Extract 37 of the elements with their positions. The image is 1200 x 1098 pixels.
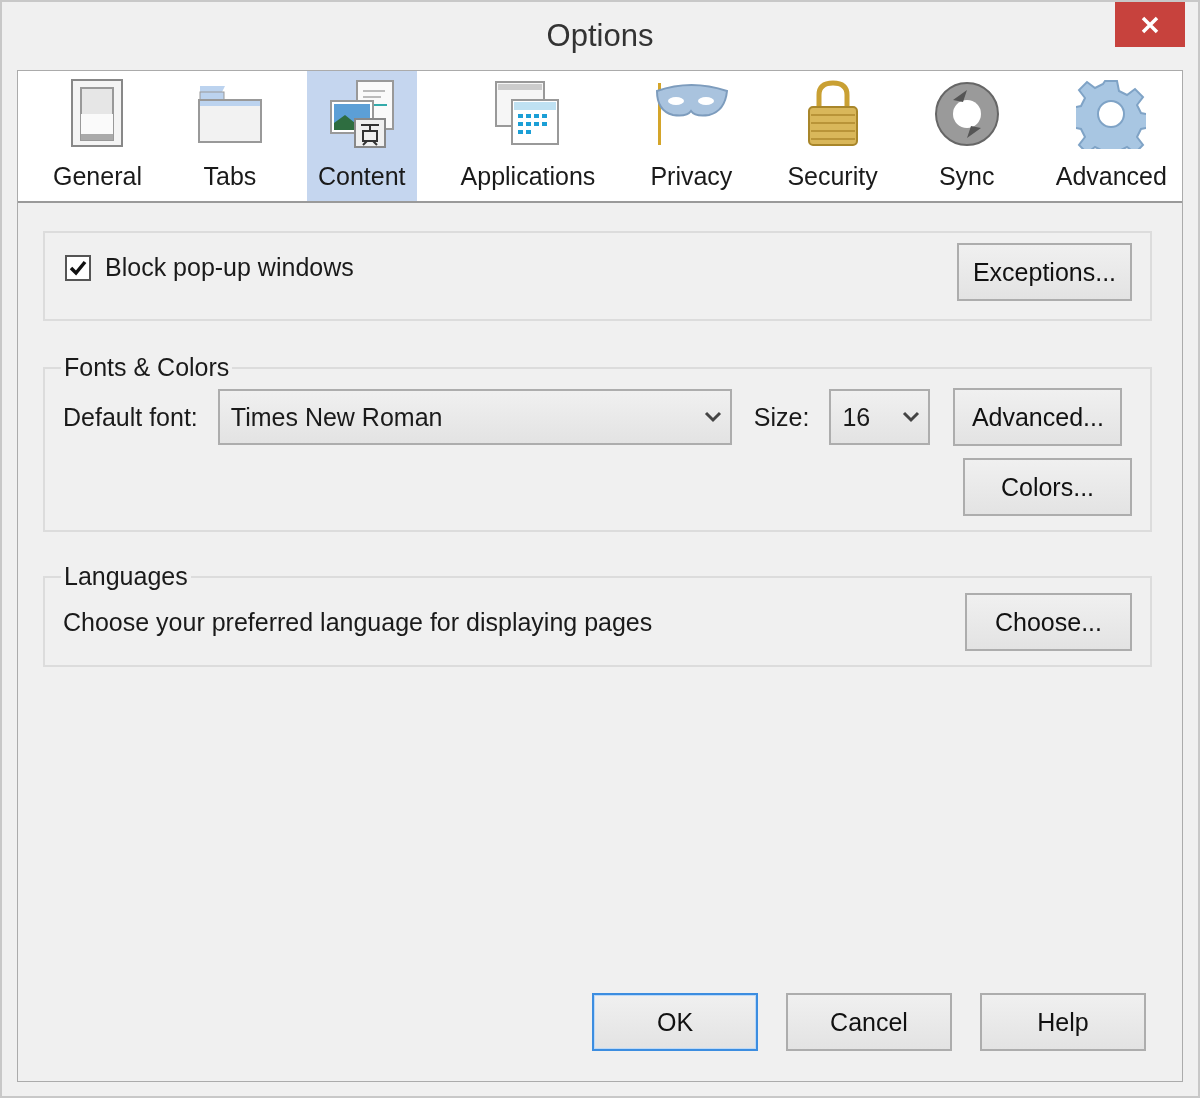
checkbox-label[interactable]: Block pop-up windows xyxy=(105,253,354,282)
toolbar-tab[interactable]: General xyxy=(42,71,153,201)
sync-arrows-icon xyxy=(932,80,1001,148)
toolbar-tab[interactable]: Applications xyxy=(449,71,607,201)
dialog-button[interactable]: OK xyxy=(592,993,758,1051)
toolbar-tab[interactable]: Advanced xyxy=(1044,71,1178,201)
chevron-icon xyxy=(703,411,722,423)
close-icon xyxy=(1140,14,1160,35)
toolbar-tab[interactable]: Security xyxy=(776,71,889,201)
toolbar-tab[interactable]: Content xyxy=(307,71,417,201)
description-text: Choose your preferred language for displaying pages xyxy=(63,607,653,637)
switch-icon xyxy=(69,78,126,150)
advanced-button[interactable]: Advanced... xyxy=(953,388,1123,446)
field-label: Default font: xyxy=(63,402,198,432)
documents-icon xyxy=(328,79,395,149)
dialog-button[interactable]: Cancel xyxy=(786,993,952,1051)
group-title: Languages xyxy=(63,562,189,591)
size-dropdown[interactable]: 16 xyxy=(829,389,931,445)
folder-icon xyxy=(196,84,263,144)
colors-button[interactable]: Colors... xyxy=(963,458,1132,516)
window-title: Options xyxy=(546,18,654,54)
toolbar-tab[interactable]: Tabs xyxy=(185,71,274,201)
gear-icon xyxy=(1076,79,1147,149)
exceptions-button[interactable]: Exceptions... xyxy=(957,243,1132,301)
chevron-icon xyxy=(902,411,921,423)
checkbox[interactable] xyxy=(65,254,91,281)
mask-icon xyxy=(653,81,730,147)
dialog-button[interactable]: Help xyxy=(980,993,1146,1051)
choose-button[interactable]: Choose... xyxy=(965,593,1132,651)
toolbar-tab[interactable]: Sync xyxy=(921,71,1012,201)
font-dropdown[interactable]: Times New Roman xyxy=(217,389,732,445)
group-title: Fonts & Colors xyxy=(63,353,231,382)
windows-icon xyxy=(493,80,562,148)
close-button[interactable] xyxy=(1115,2,1185,47)
checkmark-icon xyxy=(69,259,87,276)
field-label: Size: xyxy=(753,402,810,432)
toolbar-tab[interactable]: Privacy xyxy=(639,71,744,201)
